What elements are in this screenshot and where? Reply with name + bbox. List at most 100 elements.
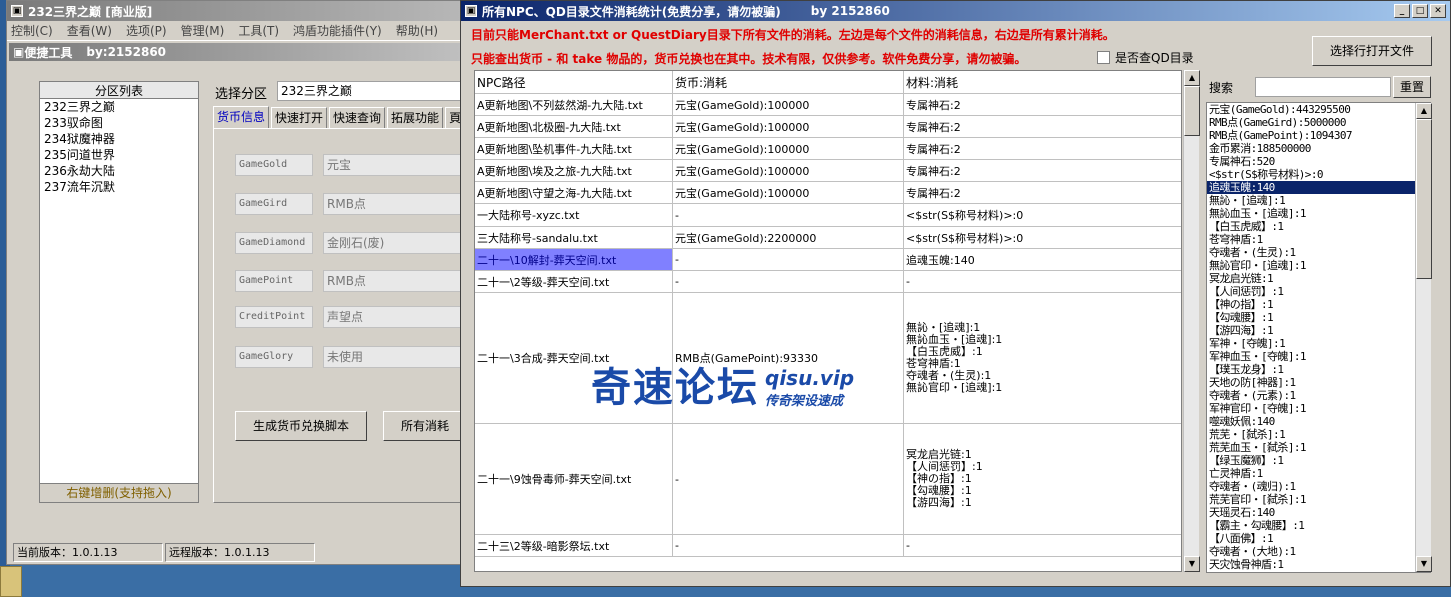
search-input[interactable]: [1255, 77, 1391, 97]
generate-script-button[interactable]: 生成货币兑换脚本: [235, 411, 367, 441]
totals-item[interactable]: 夺魂者・(魂归):1: [1207, 480, 1430, 493]
totals-item[interactable]: 【八面佛】:1: [1207, 532, 1430, 545]
select-partition-input[interactable]: 232三界之巅: [277, 81, 467, 101]
scroll-thumb[interactable]: [1416, 119, 1432, 279]
totals-item[interactable]: 天地の防[神器]:1: [1207, 376, 1430, 389]
partition-item[interactable]: 237流年沉默: [40, 179, 198, 195]
menu-help[interactable]: 帮助(H): [396, 22, 438, 39]
cell-material[interactable]: <$str(S$称号材料)>:0: [904, 204, 1181, 226]
cell-material[interactable]: 专属神石:2: [904, 138, 1181, 159]
totals-item[interactable]: 【绿玉魔狮】:1: [1207, 454, 1430, 467]
cell-material[interactable]: 追魂玉魄:140: [904, 249, 1181, 270]
cell-material[interactable]: -: [904, 535, 1181, 556]
partition-item[interactable]: 232三界之巅: [40, 99, 198, 115]
totals-item[interactable]: 荒芜血玉・[弑杀]:1: [1207, 441, 1430, 454]
totals-item[interactable]: 元宝(GameGold):443295500: [1207, 103, 1430, 116]
cell-material[interactable]: 冥龙启光链:1 【人间惩罚】:1 【神の指】:1 【勾魂腰】:1 【游四海】:1: [904, 424, 1181, 534]
scroll-thumb[interactable]: [1184, 86, 1200, 136]
cell-currency[interactable]: 元宝(GameGold):100000: [673, 138, 904, 159]
open-selected-file-button[interactable]: 选择行打开文件: [1312, 36, 1432, 66]
totals-item[interactable]: 【霸主・勾魂腰】:1: [1207, 519, 1430, 532]
tab-quick-query[interactable]: 快速查询: [329, 107, 386, 128]
all-consumption-button[interactable]: 所有消耗: [383, 411, 467, 441]
menu-control[interactable]: 控制(C): [11, 22, 53, 39]
totals-item[interactable]: 军神・[夺魄]:1: [1207, 337, 1430, 350]
cell-currency[interactable]: 元宝(GameGold):100000: [673, 160, 904, 181]
totals-item[interactable]: 噬魂妖佩:140: [1207, 415, 1430, 428]
totals-scrollbar[interactable]: ▲ ▼: [1415, 103, 1432, 572]
totals-item[interactable]: 無訫・[追魂]:1: [1207, 194, 1430, 207]
totals-item[interactable]: 【游四海】:1: [1207, 324, 1430, 337]
totals-item[interactable]: 军神血玉・[夺魄]:1: [1207, 350, 1430, 363]
partition-item[interactable]: 235问道世界: [40, 147, 198, 163]
field-value-gamegird[interactable]: RMB点: [323, 193, 463, 215]
main-window-titlebar[interactable]: ▣ 232三界之巅 [商业版]: [7, 1, 469, 21]
field-value-gamediamond[interactable]: 金刚石(废): [323, 232, 463, 254]
totals-item[interactable]: 亡灵神盾:1: [1207, 467, 1430, 480]
quick-tools-titlebar[interactable]: ▣ 便捷工具 by:2152860: [9, 43, 467, 61]
cell-currency[interactable]: 元宝(GameGold):100000: [673, 182, 904, 203]
cell-currency[interactable]: -: [673, 535, 904, 556]
menu-tools[interactable]: 工具(T): [238, 22, 279, 39]
cell-path[interactable]: 二十三\2等级-暗影祭坛.txt: [475, 535, 673, 556]
totals-item[interactable]: 【勾魂腰】:1: [1207, 311, 1430, 324]
cell-material[interactable]: 专属神石:2: [904, 116, 1181, 137]
reset-button[interactable]: 重置: [1393, 76, 1431, 98]
scroll-up-icon[interactable]: ▲: [1184, 70, 1200, 86]
totals-item[interactable]: 苍穹神盾:1: [1207, 233, 1430, 246]
totals-item[interactable]: 专属神石:520: [1207, 155, 1430, 168]
cell-material[interactable]: 专属神石:2: [904, 182, 1181, 203]
cell-path[interactable]: A更新地图\守望之海-九大陆.txt: [475, 182, 673, 203]
desktop-folder-icon[interactable]: [0, 566, 22, 597]
table-row[interactable]: A更新地图\北极圈-九大陆.txt 元宝(GameGold):100000 专属…: [475, 116, 1181, 138]
cell-currency[interactable]: -: [673, 204, 904, 226]
partition-item[interactable]: 236永劫大陆: [40, 163, 198, 179]
cell-material[interactable]: 無訫・[追魂]:1 無訫血玉・[追魂]:1 【白玉虎威】:1 苍穹神盾:1 夺魂…: [904, 293, 1181, 423]
cell-path[interactable]: 二十一\2等级-葬天空间.txt: [475, 271, 673, 292]
totals-list[interactable]: 元宝(GameGold):443295500 RMB点(GameGird):50…: [1206, 102, 1431, 573]
field-value-gamepoint[interactable]: RMB点: [323, 270, 463, 292]
totals-item[interactable]: <$str(S$称号材料)>:0: [1207, 168, 1430, 181]
totals-item[interactable]: 夺魂者・(元素):1: [1207, 389, 1430, 402]
scroll-down-icon[interactable]: ▼: [1184, 556, 1200, 572]
cell-path[interactable]: A更新地图\北极圈-九大陆.txt: [475, 116, 673, 137]
table-row[interactable]: 二十三\2等级-暗影祭坛.txt - -: [475, 535, 1181, 557]
totals-item[interactable]: 金币累消:188500000: [1207, 142, 1430, 155]
cell-material[interactable]: <$str(S$称号材料)>:0: [904, 227, 1181, 248]
cell-currency[interactable]: -: [673, 424, 904, 534]
table-row-selected[interactable]: 二十一\10解封-葬天空间.txt - 追魂玉魄:140: [475, 249, 1181, 271]
minimize-icon[interactable]: _: [1394, 4, 1410, 18]
totals-item[interactable]: 荒芜・[弑杀]:1: [1207, 428, 1430, 441]
table-row[interactable]: A更新地图\埃及之旅-九大陆.txt 元宝(GameGold):100000 专…: [475, 160, 1181, 182]
cell-currency[interactable]: 元宝(GameGold):100000: [673, 94, 904, 115]
cell-path[interactable]: 三大陆称号-sandalu.txt: [475, 227, 673, 248]
totals-item[interactable]: 荒芜官印・[弑杀]:1: [1207, 493, 1430, 506]
partition-item[interactable]: 234狱魔神器: [40, 131, 198, 147]
totals-item[interactable]: RMB点(GamePoint):1094307: [1207, 129, 1430, 142]
totals-item[interactable]: 军神官印・[夺魄]:1: [1207, 402, 1430, 415]
partition-item[interactable]: 233驭命图: [40, 115, 198, 131]
totals-item[interactable]: 夺魂者・(生灵):1: [1207, 246, 1430, 259]
close-icon[interactable]: ✕: [1430, 4, 1446, 18]
cell-path[interactable]: 一大陆称号-xyzc.txt: [475, 204, 673, 226]
scroll-down-icon[interactable]: ▼: [1416, 556, 1432, 572]
cell-material[interactable]: 专属神石:2: [904, 94, 1181, 115]
cell-currency[interactable]: 元宝(GameGold):2200000: [673, 227, 904, 248]
table-row[interactable]: A更新地图\守望之海-九大陆.txt 元宝(GameGold):100000 专…: [475, 182, 1181, 204]
table-scrollbar[interactable]: ▲ ▼: [1183, 70, 1200, 572]
cell-currency[interactable]: -: [673, 271, 904, 292]
totals-item-selected[interactable]: 追魂玉魄:140: [1207, 181, 1430, 194]
check-qd-dir[interactable]: 是否查QD目录: [1097, 49, 1194, 66]
maximize-icon[interactable]: □: [1412, 4, 1428, 18]
totals-item[interactable]: 【璞玉龙身】:1: [1207, 363, 1430, 376]
menu-options[interactable]: 选项(P): [126, 22, 167, 39]
partition-list[interactable]: 232三界之巅 233驭命图 234狱魔神器 235问道世界 236永劫大陆 2…: [40, 99, 198, 484]
totals-item[interactable]: 夺魂者・(大地):1: [1207, 545, 1430, 558]
table-row[interactable]: 二十一\9蚀骨毒师-葬天空间.txt - 冥龙启光链:1 【人间惩罚】:1 【神…: [475, 424, 1181, 535]
field-value-gamegold[interactable]: 元宝: [323, 154, 463, 176]
cell-material[interactable]: 专属神石:2: [904, 160, 1181, 181]
column-header-path[interactable]: NPC路径: [475, 71, 673, 93]
cell-path[interactable]: A更新地图\不列兹然湖-九大陆.txt: [475, 94, 673, 115]
totals-item[interactable]: RMB点(GameGird):5000000: [1207, 116, 1430, 129]
field-value-gameglory[interactable]: 未使用: [323, 346, 463, 368]
